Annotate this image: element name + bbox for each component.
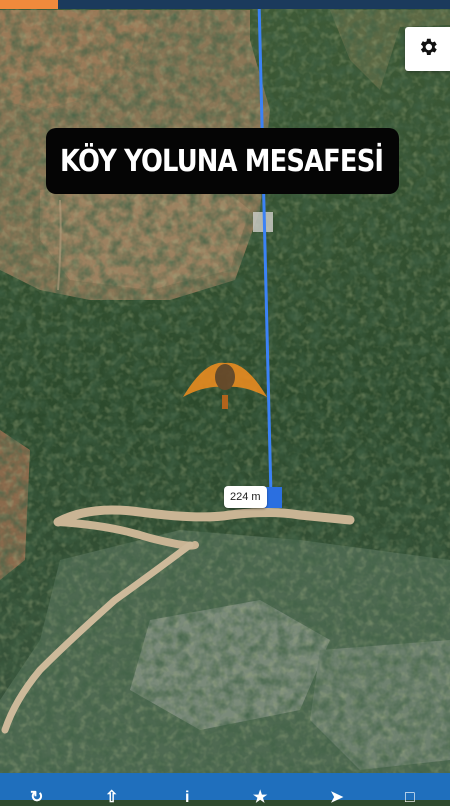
star-icon[interactable]: ★	[253, 790, 267, 806]
status-strip	[0, 0, 450, 9]
distance-label: 224 m	[224, 486, 267, 508]
satellite-map[interactable]	[0, 0, 450, 800]
bottom-nav-bar	[0, 773, 450, 800]
satellite-imagery	[0, 0, 450, 800]
title-banner: KÖY YOLUNA MESAFESİ	[46, 128, 399, 194]
gear-icon	[417, 36, 439, 63]
refresh-icon[interactable]: ↻	[30, 790, 43, 806]
upload-icon[interactable]: ⇧	[105, 790, 118, 806]
info-icon[interactable]: i	[185, 790, 189, 806]
status-accent	[0, 0, 58, 9]
settings-button[interactable]	[405, 27, 450, 71]
share-icon[interactable]: ➤	[330, 790, 343, 806]
file-icon[interactable]: □	[405, 790, 415, 806]
map-title: KÖY YOLUNA MESAFESİ	[60, 143, 384, 179]
